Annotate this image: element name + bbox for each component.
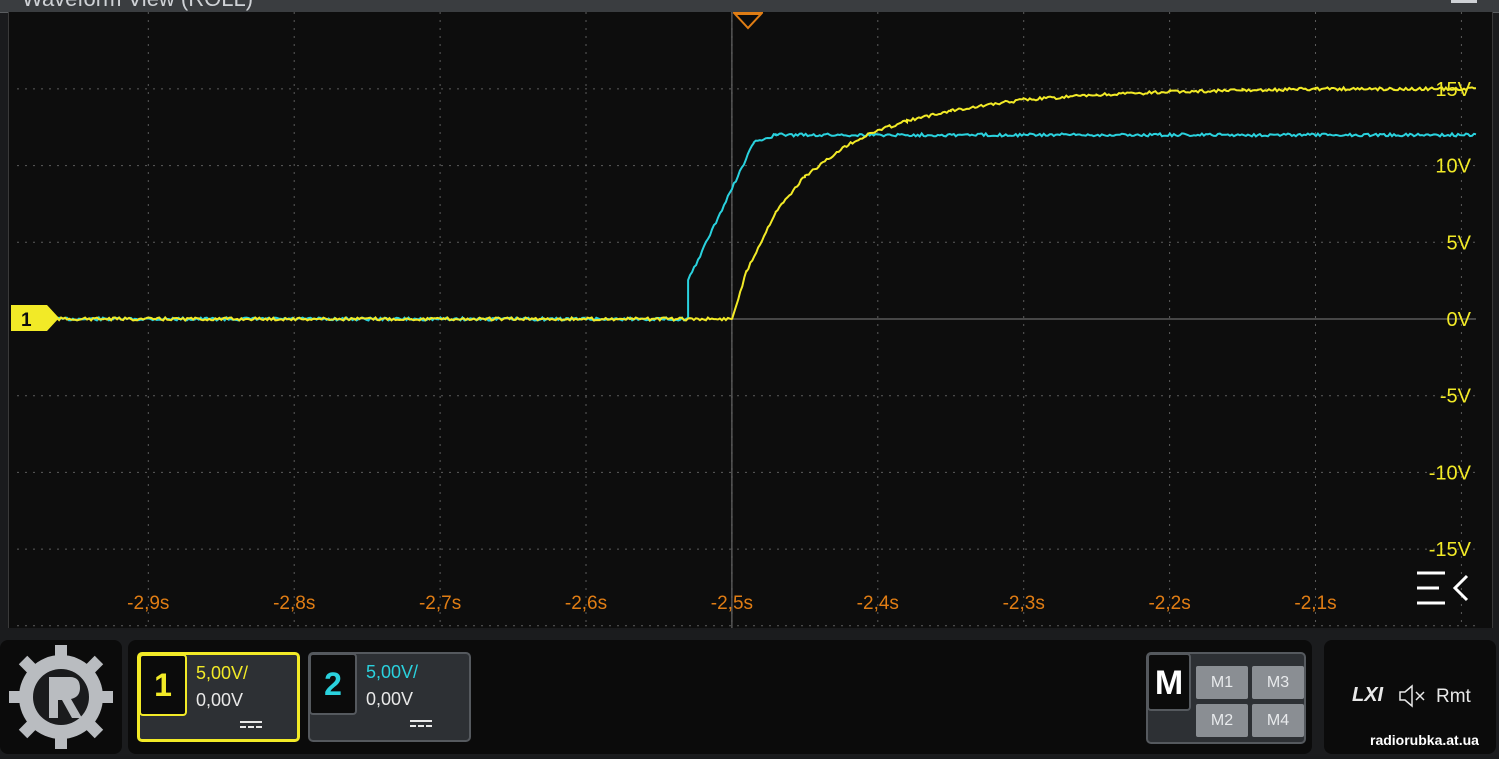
collapse-menu-icon[interactable] xyxy=(1417,571,1469,605)
x-axis-tick-labels: -2,9s -2,8s -2,7s -2,6s -2,5s -2,4s -2,3s -2,2s… xyxy=(127,593,1336,614)
x-tick-label: -2,9s xyxy=(127,593,169,614)
math-m4-button[interactable]: M4 xyxy=(1252,704,1304,737)
y-tick-label: 5V xyxy=(1447,232,1472,254)
x-tick-label: -2,3s xyxy=(1003,593,1045,614)
y-tick-label: -15V xyxy=(1429,539,1472,561)
channel-2-box[interactable]: 2 5,00V/ 0,00V xyxy=(308,652,471,742)
math-m2-button[interactable]: M2 xyxy=(1196,704,1248,737)
traces xyxy=(16,85,1477,322)
menu-icon[interactable] xyxy=(1451,0,1477,3)
x-tick-label: -2,5s xyxy=(711,593,753,614)
channel-2-offset: 0,00V xyxy=(366,689,414,709)
x-tick-label: -2,4s xyxy=(857,593,899,614)
channel-area xyxy=(128,640,1312,754)
x-tick-label: -2,6s xyxy=(565,593,607,614)
watermark-text: radiorubka.at.ua xyxy=(1370,732,1479,748)
channel-2-scale: 5,00V/ xyxy=(366,662,419,682)
x-tick-label: -2,7s xyxy=(419,593,461,614)
lxi-status[interactable]: LXI xyxy=(1352,684,1383,707)
dc-coupling-icon xyxy=(410,720,432,729)
math-label[interactable]: M xyxy=(1147,653,1191,711)
y-tick-label: -5V xyxy=(1440,386,1472,408)
ch1-ground-label: 1 xyxy=(21,310,32,331)
math-m1-button[interactable]: M1 xyxy=(1196,666,1248,699)
x-tick-label: -2,2s xyxy=(1148,593,1190,614)
x-tick-label: -2,8s xyxy=(273,593,315,614)
trace-ch1 xyxy=(16,85,1477,322)
logo-panel[interactable] xyxy=(0,640,122,754)
x-tick-label: -2,1s xyxy=(1294,593,1336,614)
y-tick-label: -10V xyxy=(1429,462,1472,484)
speaker-muted-icon[interactable] xyxy=(1396,684,1428,708)
remote-status: Rmt xyxy=(1436,686,1471,707)
math-m3-button[interactable]: M3 xyxy=(1252,666,1304,699)
math-box[interactable]: M M1 M3 M2 M4 xyxy=(1146,652,1306,744)
channel-2-number[interactable]: 2 xyxy=(309,653,357,715)
y-tick-label: 10V xyxy=(1435,156,1471,178)
trigger-position-marker[interactable] xyxy=(732,11,764,30)
y-tick-label: 0V xyxy=(1447,309,1472,331)
channel-1-scale: 5,00V/ xyxy=(196,663,249,683)
dc-coupling-icon xyxy=(240,721,262,730)
window-title: Waveform View (ROLL) xyxy=(22,0,253,12)
waveform-screen[interactable]: 15V 10V 5V 0V -5V -10V -15V -2,9s -2,8s -2,7s -2,… xyxy=(8,11,1493,628)
rigol-gear-logo-icon[interactable] xyxy=(0,640,122,754)
channel-1-offset: 0,00V xyxy=(196,690,244,710)
channel-1-number[interactable]: 1 xyxy=(139,654,187,716)
waveform-plot[interactable]: 15V10V5V0V-5V-10V-15V -2,9s -2,8s -2,7s -2,… xyxy=(9,11,1492,628)
y-tick-label: 15V xyxy=(1435,79,1471,101)
y-axis-tick-labels: 15V 10V 5V 0V -5V -10V -15V xyxy=(1429,79,1472,561)
trace-ch2 xyxy=(16,131,1477,322)
ch1-ground-marker[interactable]: 1 xyxy=(11,305,59,331)
channel-1-box[interactable]: 1 5,00V/ 0,00V xyxy=(137,652,300,742)
